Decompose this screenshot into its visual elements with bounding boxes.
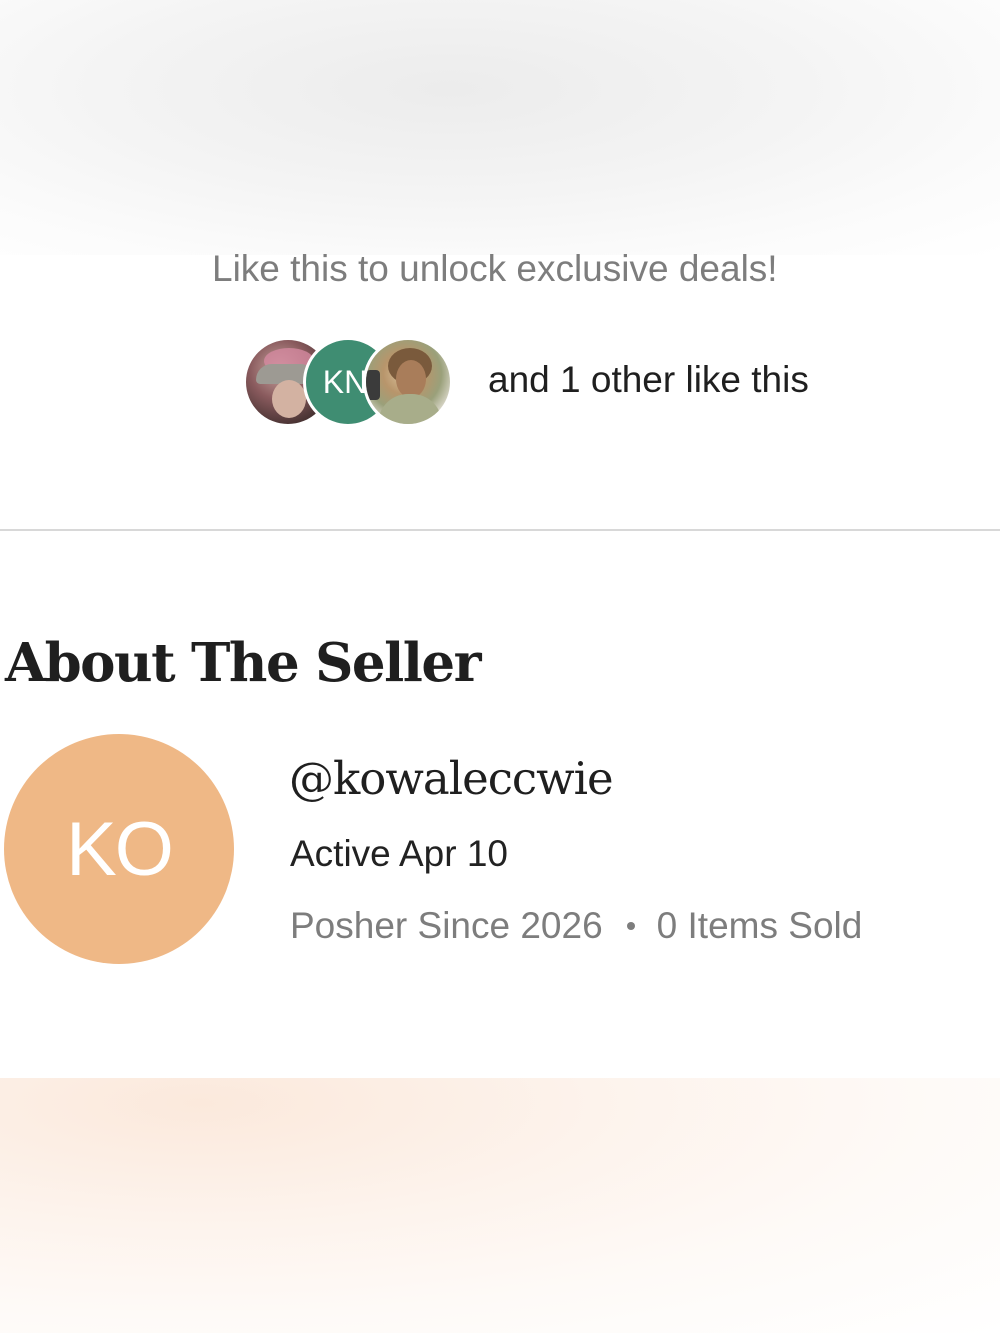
likes-summary[interactable]: and 1 other like this [488, 359, 809, 401]
seller-avatar-initials: KO [66, 806, 174, 892]
posher-since: Posher Since 2026 [290, 905, 603, 946]
seller-meta: Posher Since 2026 0 Items Sold [290, 905, 862, 947]
liker-initials: KN [322, 363, 368, 400]
liker-avatar-3[interactable] [363, 337, 453, 427]
seller-active-status: Active Apr 10 [290, 833, 509, 874]
seller-avatar[interactable]: KO [4, 734, 234, 964]
items-sold: 0 Items Sold [656, 905, 863, 946]
liker-avatar-stack[interactable]: KN [243, 335, 458, 427]
about-seller-heading: About The Seller [5, 632, 482, 694]
likers-row[interactable]: KN [243, 335, 458, 427]
like-promo-text: Like this to unlock exclusive deals! [212, 248, 778, 289]
separator-dot-icon [626, 922, 635, 930]
blurred-bottom-content [0, 1078, 1000, 1333]
blurred-listing-image [0, 0, 1000, 255]
seller-username[interactable]: @kowaleccwie [289, 752, 614, 805]
section-divider [0, 529, 1000, 531]
